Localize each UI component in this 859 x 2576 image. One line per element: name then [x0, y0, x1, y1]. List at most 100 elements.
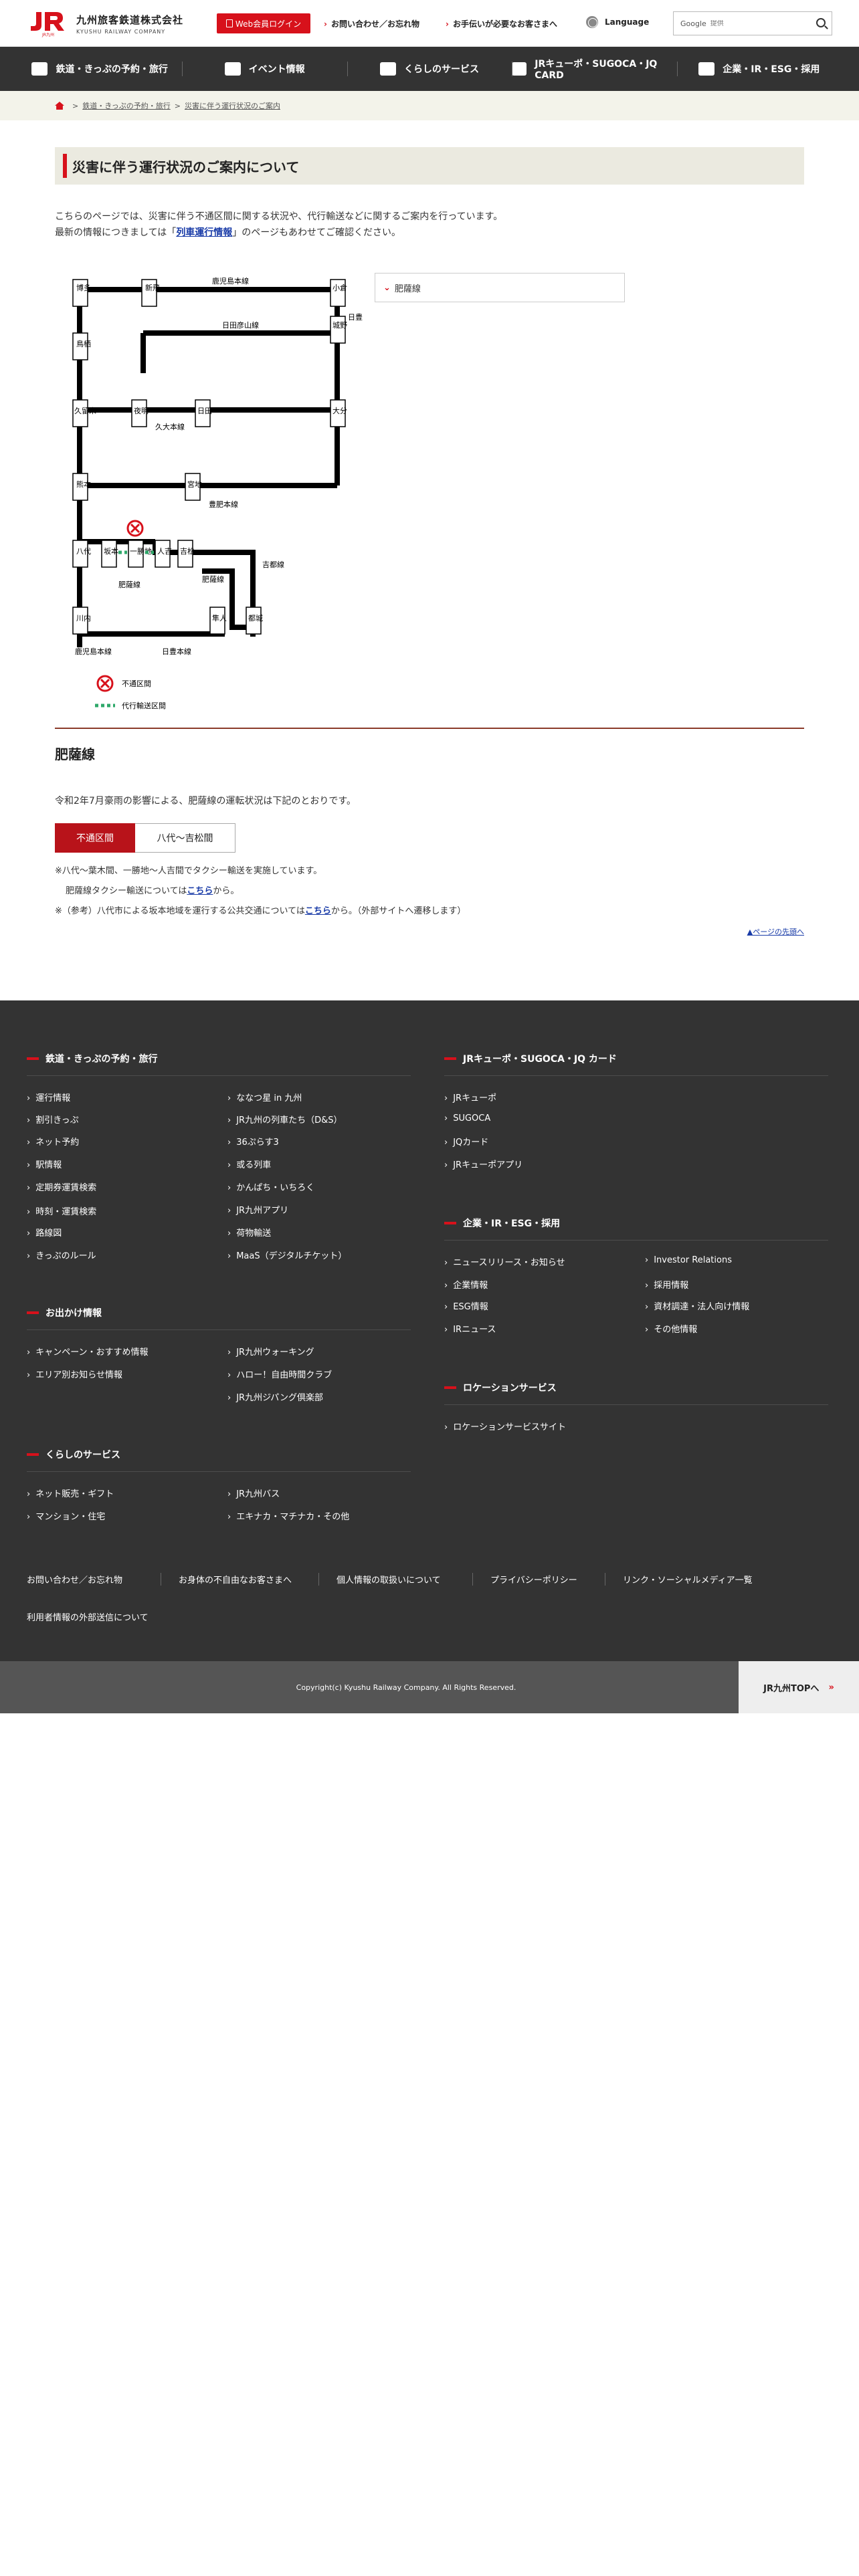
status-tabs: 不通区間 八代～吉松間 [55, 823, 804, 853]
footer-link[interactable]: JR九州ウォーキング [227, 1345, 314, 1358]
footer-bottom-link[interactable]: お身体の不自由なお客さまへ [161, 1573, 292, 1586]
station-label: 小倉 [332, 283, 347, 292]
footer-link[interactable]: SUGOCA [444, 1113, 490, 1123]
station-label: 人吉 [157, 547, 172, 556]
footer-link[interactable]: ななつ星 in 九州 [227, 1091, 302, 1103]
footer-link[interactable]: IRニュース [444, 1322, 496, 1335]
accessibility-link[interactable]: › お手伝いが必要なお客さまへ [446, 18, 557, 29]
logo[interactable]: JR九州 九州旅客鉄道株式会社 KYUSHU RAILWAY COMPANY [27, 9, 183, 37]
footer-link[interactable]: ハロー！自由時間クラブ [227, 1368, 332, 1380]
footer-link[interactable]: 駅情報 [27, 1158, 62, 1170]
footer-heading: ロケーションサービス [444, 1380, 828, 1405]
footer-link[interactable]: JRキューポ [444, 1091, 496, 1103]
tab-suspended[interactable]: 不通区間 [55, 823, 135, 853]
jr-top-button[interactable]: JR九州TOPへ » [739, 1661, 859, 1713]
language-button[interactable]: Language [586, 16, 649, 28]
page-top-link[interactable]: ▲ページの先頭へ [747, 928, 804, 936]
intro-post: 」のページもあわせてご確認ください。 [232, 227, 401, 238]
footer-link[interactable]: MaaS（デジタルチケット） [227, 1249, 347, 1261]
footer-link[interactable]: JR九州アプリ [227, 1203, 288, 1216]
footer-bottom-link[interactable]: 個人情報の取扱いについて [318, 1573, 441, 1586]
note-1: ※八代～葉木間、一勝地～人吉間でタクシー輸送を実施しています。 [55, 866, 322, 876]
stop-marker [126, 520, 144, 537]
intro-pre: 最新の情報につきましては「 [55, 227, 177, 238]
footer-link[interactable]: ロケーションサービスサイト [444, 1420, 566, 1432]
main-content: 災害に伴う運行状況のご案内について こちらのページでは、災害に伴う不通区間に関す… [0, 147, 859, 937]
footer-link[interactable]: 運行情報 [27, 1091, 70, 1103]
contact-link-label: お問い合わせ／お忘れ物 [330, 19, 419, 29]
copyright: Copyright(c) Kyushu Railway Company. All… [0, 1661, 739, 1713]
footer-bottom-link[interactable]: リンク・ソーシャルメディア一覧 [605, 1573, 753, 1586]
nav-label: イベント情報 [248, 64, 305, 75]
footer-link[interactable]: 資材調達・法人向け情報 [645, 1299, 749, 1312]
footer-link[interactable]: かんぱち・いちろく [227, 1180, 314, 1193]
chevron-down-icon: ⌄ [383, 282, 391, 293]
footer-link[interactable]: ESG情報 [444, 1299, 488, 1312]
taxi-link[interactable]: こちら [187, 886, 213, 896]
nav-label: くらしのサービス [404, 64, 480, 75]
footer-col-location: ロケーションサービス ロケーションサービスサイト [444, 1380, 828, 1432]
footer-heading: お出かけ情報 [27, 1305, 411, 1330]
footer-link[interactable]: 時刻・運賃検索 [27, 1204, 96, 1217]
web-login-label: Web会員ログイン [235, 19, 302, 29]
footer-link[interactable]: ネット予約 [27, 1135, 79, 1148]
globe-icon [586, 16, 598, 28]
footer-link[interactable]: マンション・住宅 [27, 1509, 105, 1522]
language-label: Language [605, 17, 650, 27]
web-login-button[interactable]: Web会員ログイン [217, 13, 310, 33]
footer-link[interactable]: ネット販売・ギフト [27, 1487, 114, 1499]
station-label: 鳥栖 [76, 339, 91, 348]
footer-heading: 企業・IR・ESG・採用 [444, 1216, 828, 1241]
footer-bottom-link[interactable]: プライバシーポリシー [472, 1573, 577, 1586]
station-label: 川内 [76, 613, 91, 623]
footer-link[interactable]: 36ぷらす3 [227, 1135, 279, 1148]
footer-link[interactable]: 路線図 [27, 1226, 62, 1239]
footer-link[interactable]: JQカード [444, 1135, 488, 1148]
footer-link[interactable]: JRキューポアプリ [444, 1158, 522, 1170]
footer-link[interactable]: エキナカ・マチナカ・その他 [227, 1509, 349, 1522]
breadcrumb-current[interactable]: 災害に伴う運行状況のご案内 [185, 100, 280, 111]
nav-item-events[interactable]: イベント情報 [182, 47, 347, 91]
footer-link[interactable]: Investor Relations [645, 1255, 732, 1265]
footer-link[interactable]: 荷物輸送 [227, 1226, 271, 1239]
accessibility-link-label: お手伝いが必要なお客さまへ [452, 19, 557, 29]
footer-link[interactable]: その他情報 [645, 1322, 697, 1335]
contact-link[interactable]: › お問い合わせ／お忘れ物 [324, 18, 419, 29]
footer-link[interactable]: 企業情報 [444, 1278, 488, 1291]
yatsushiro-link[interactable]: こちら [305, 906, 331, 916]
home-icon[interactable] [55, 102, 64, 110]
footer-link[interactable]: JR九州の列車たち（D&S） [227, 1113, 342, 1125]
search-icon[interactable] [816, 18, 826, 27]
nav-item-cards[interactable]: JRキューポ・SUGOCA・JQ CARD [512, 47, 676, 91]
footer-link[interactable]: ニュースリリース・お知らせ [444, 1255, 565, 1268]
tab-yatsushiro-yoshimatsu[interactable]: 八代～吉松間 [135, 823, 235, 853]
footer-link[interactable]: 或る列車 [227, 1158, 271, 1170]
footer-col-life: くらしのサービス ネット販売・ギフト マンション・住宅 JR九州バス エキナカ・… [27, 1447, 411, 1522]
footer-link[interactable]: きっぷのルール [27, 1249, 96, 1261]
breadcrumb-railway[interactable]: 鉄道・きっぷの予約・旅行 [82, 100, 171, 111]
footer-bottom-link[interactable]: 利用者情報の外部送信について [27, 1610, 149, 1623]
line-label: 豊肥本線 [209, 500, 238, 509]
intro-text: こちらのページでは、災害に伴う不通区間に関する状況や、代行輸送などに関するご案内… [55, 209, 804, 241]
footer-link[interactable]: エリア別お知らせ情報 [27, 1368, 122, 1380]
footer-link[interactable]: JR九州ジパング倶楽部 [227, 1390, 323, 1403]
footer-bottom-link[interactable]: お問い合わせ／お忘れ物 [27, 1573, 122, 1586]
footer-link[interactable]: JR九州バス [227, 1487, 280, 1499]
section-title: 肥薩線 [55, 746, 95, 762]
line-accordion[interactable]: ⌄ 肥薩線 [375, 273, 625, 302]
footer-heading: JRキューポ・SUGOCA・JQ カード [444, 1051, 828, 1076]
footer-link[interactable]: キャンペーン・おすすめ情報 [27, 1345, 148, 1358]
footer-link[interactable]: 割引きっぷ [27, 1113, 78, 1125]
nav-item-corporate[interactable]: 企業・IR・ESG・採用 [676, 47, 842, 91]
accordion-label: 肥薩線 [394, 284, 421, 294]
nav-item-railway[interactable]: 鉄道・きっぷの予約・旅行 [17, 47, 182, 91]
footer-link[interactable]: 定期券運賃検索 [27, 1180, 96, 1193]
search-input[interactable] [710, 19, 811, 27]
footer-link[interactable]: 採用情報 [645, 1278, 688, 1291]
nav-item-life[interactable]: くらしのサービス [347, 47, 512, 91]
company-name-en: KYUSHU RAILWAY COMPANY [76, 28, 166, 35]
train-info-link[interactable]: 列車運行情報 [176, 227, 232, 238]
route-map-area: 博多 新飛 小倉 城野 鳥栖 久留米 大分 夜明 日田 熊本 宮地 八代 坂本 … [55, 273, 804, 728]
line-label: 日豊本線 [348, 312, 363, 322]
nav-label: JRキューポ・SUGOCA・JQ CARD [535, 59, 658, 81]
